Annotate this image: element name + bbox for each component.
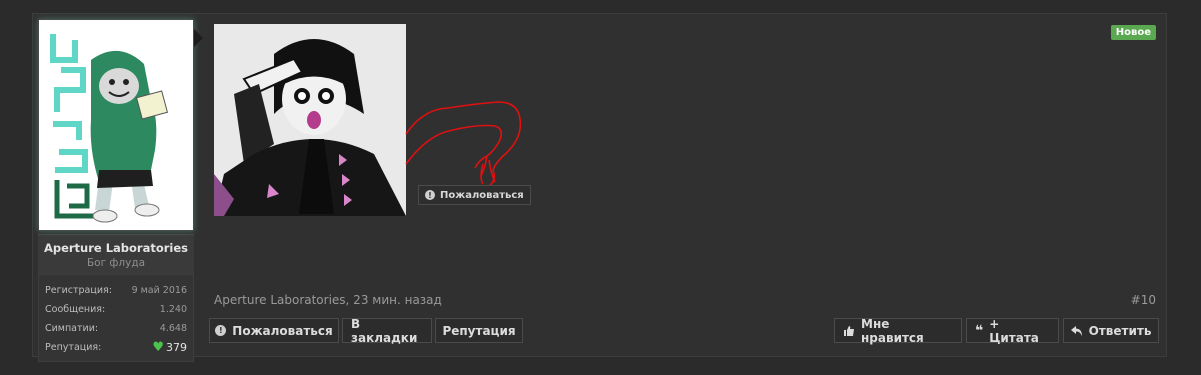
reputation-label: Репутация xyxy=(442,323,516,338)
quote-label: + Цитата xyxy=(989,316,1039,345)
report-button[interactable]: ! Пожаловаться xyxy=(209,318,339,343)
reply-arrow-icon xyxy=(1070,325,1083,337)
stat-value[interactable]: 1.240 xyxy=(160,304,187,315)
like-label: Мне нравится xyxy=(861,316,924,345)
reputation-value: ♥ 379 xyxy=(152,340,187,355)
username-link[interactable]: Aperture Laboratories xyxy=(38,241,194,255)
avatar-pointer-arrow xyxy=(194,29,203,47)
reply-button[interactable]: Ответить xyxy=(1063,318,1159,343)
stat-label: Регистрация: xyxy=(45,285,112,296)
user-stats: Регистрация: 9 май 2016 Сообщения: 1.240… xyxy=(38,274,194,362)
stat-label: Сообщения: xyxy=(45,304,106,315)
reputation-number: 379 xyxy=(166,341,187,354)
user-title: Бог флуда xyxy=(86,257,146,269)
reputation-button[interactable]: Репутация xyxy=(435,318,523,343)
image-report-label: Пожаловаться xyxy=(440,189,524,201)
report-label: Пожаловаться xyxy=(232,323,333,338)
stat-label: Репутация: xyxy=(45,342,102,353)
like-button[interactable]: Мне нравится xyxy=(834,316,962,345)
exclamation-icon: ! xyxy=(215,325,227,336)
user-name-box: Aperture Laboratories Бог флуда xyxy=(38,234,194,274)
user-panel: Aperture Laboratories Бог флуда Регистра… xyxy=(38,19,203,362)
new-badge: Новое xyxy=(1110,25,1156,40)
reply-label: Ответить xyxy=(1088,323,1152,338)
bookmark-button[interactable]: В закладки xyxy=(342,316,432,345)
post-image-illustration xyxy=(214,24,406,216)
quote-icon: ❝ xyxy=(975,322,984,339)
image-report-button[interactable]: ! Пожаловаться xyxy=(418,185,531,205)
exclamation-icon: ! xyxy=(425,190,435,200)
red-doodle-drawing xyxy=(405,101,522,187)
quote-button[interactable]: ❝ + Цитата xyxy=(966,316,1059,345)
heart-icon: ♥ xyxy=(152,340,164,355)
stat-value: 9 май 2016 xyxy=(131,285,187,296)
stat-row-registration: Регистрация: 9 май 2016 xyxy=(45,281,187,300)
post-image[interactable] xyxy=(214,24,406,216)
forum-post: Aperture Laboratories Бог флуда Регистра… xyxy=(32,13,1167,362)
stat-row-messages: Сообщения: 1.240 xyxy=(45,300,187,319)
avatar-illustration xyxy=(39,20,193,230)
post-number-link[interactable]: #10 xyxy=(1131,293,1156,307)
stat-row-likes: Симпатии: 4.648 xyxy=(45,319,187,338)
thumbs-up-icon xyxy=(843,325,855,337)
stat-value: 4.648 xyxy=(159,323,187,334)
user-avatar[interactable] xyxy=(38,19,194,231)
stat-label: Симпатии: xyxy=(45,323,99,334)
stat-row-reputation: Репутация: ♥ 379 xyxy=(45,338,187,357)
post-meta[interactable]: Aperture Laboratories, 23 мин. назад xyxy=(214,293,442,307)
bookmark-label: В закладки xyxy=(351,316,418,345)
